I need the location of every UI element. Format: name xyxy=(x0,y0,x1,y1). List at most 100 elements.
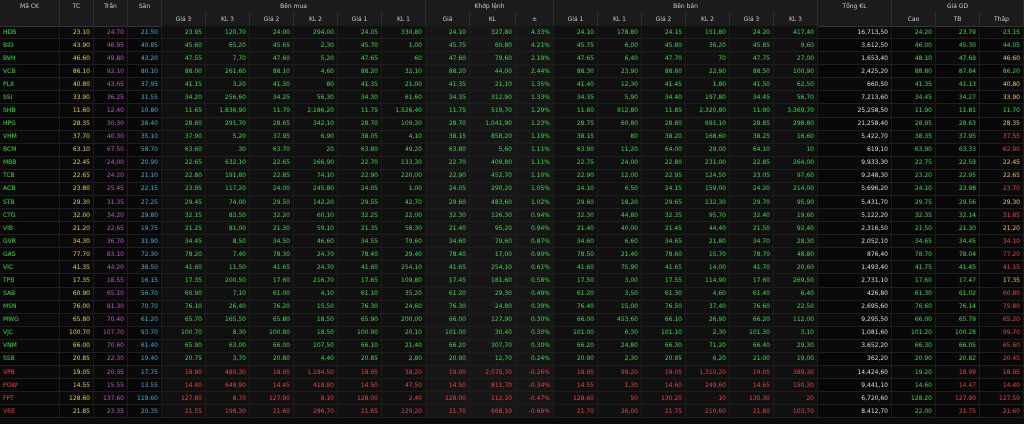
header-price-col[interactable]: Thấp xyxy=(980,13,1024,26)
table-row[interactable]: CTG 32.00 34.20 29.80 32.15 83,50 32.20 60,10 32… xyxy=(0,209,1024,223)
header-price-col[interactable]: Cao xyxy=(892,13,936,26)
buy-cell: 63,00 xyxy=(206,339,250,352)
sell-cell: 14,00 xyxy=(686,261,730,274)
table-row[interactable]: VIC 41.35 44.20 38.50 41.60 11,50 41.65 24,70 41… xyxy=(0,261,1024,275)
header-match-col[interactable]: KL xyxy=(470,13,516,26)
header-sell-col[interactable]: KL 3 xyxy=(774,13,818,26)
header-ref[interactable]: TC xyxy=(60,0,94,13)
header-symbol[interactable]: Mã CK xyxy=(0,0,60,13)
ref-price-cell: 19.05 xyxy=(60,366,94,379)
table-row[interactable]: VNM 66.00 70.60 61.40 65.90 63,00 66.00 107,50 6… xyxy=(0,339,1024,353)
buy-cell: 8,70 xyxy=(206,392,250,405)
table-row[interactable]: VCB 86.10 92.10 80.10 88.00 261,60 88.10 4,60 88… xyxy=(0,65,1024,79)
header-total-vol[interactable]: Tổng KL xyxy=(818,0,892,13)
buy-cell: 21.55 xyxy=(162,405,206,418)
table-row[interactable]: VRE 21.85 23.35 20.35 21.55 198,30 21.60 286,70… xyxy=(0,405,1024,419)
header-ceil[interactable]: Trần xyxy=(94,0,128,13)
table-row[interactable]: PLX 40.80 43.65 37.95 41.15 3,20 41.30 80 41.35 2… xyxy=(0,78,1024,92)
header-sell-col[interactable]: Giá 3 xyxy=(730,13,774,26)
table-row[interactable]: GAS 77.70 83.10 72.30 78.20 7,40 78.30 24,70 78.… xyxy=(0,248,1024,262)
table-row[interactable]: POW 14.55 15.55 13.55 14.40 649,90 14.45 418,80… xyxy=(0,379,1024,393)
buy-cell: 66.00 xyxy=(250,339,294,352)
table-row[interactable]: SAB 60.90 65.10 56.70 60.90 7,10 61.00 4,10 61.1… xyxy=(0,287,1024,301)
table-row[interactable]: BVH 46.60 49.80 43.20 47.55 7,70 47.60 5,20 47.6… xyxy=(0,52,1024,66)
buy-cell: 61,60 xyxy=(382,91,426,104)
match-cell: -0.34% xyxy=(516,379,554,392)
sell-cell: 28,30 xyxy=(774,235,818,248)
table-row[interactable]: GVR 34.30 36.70 31.90 34.45 8,50 34.50 46,60 34.… xyxy=(0,235,1024,249)
header-buy-col[interactable]: Giá 1 xyxy=(338,13,382,26)
total-volume-cell: 5,696,20 xyxy=(818,182,892,196)
header-sell-col[interactable]: KL 2 xyxy=(686,13,730,26)
match-cell: 41.65 xyxy=(426,261,470,274)
header-buy-col[interactable]: Giá 2 xyxy=(250,13,294,26)
floor-price-cell: 93.70 xyxy=(128,326,162,339)
match-cell: 0.87% xyxy=(516,235,554,248)
floor-price-cell: 37.95 xyxy=(128,78,162,91)
buy-cell: 22.65 xyxy=(162,156,206,169)
sell-cell: 6,40 xyxy=(774,287,818,300)
header-buy-col[interactable]: Giá 3 xyxy=(162,13,206,26)
table-row[interactable]: FPT 128.60 137.60 119.60 127.80 8,70 127.90 8,1… xyxy=(0,392,1024,406)
match-cell: 0.30% xyxy=(516,313,554,326)
table-row[interactable]: VHM 37.70 40.30 35.10 37.90 5,20 37.95 6,90 38.0… xyxy=(0,130,1024,144)
header-sell-col[interactable]: KL 1 xyxy=(598,13,642,26)
match-cell: 21.70 xyxy=(426,405,470,418)
sell-cell: 298,80 xyxy=(774,117,818,130)
header-match-col[interactable]: Giá xyxy=(426,13,470,26)
match-cell: 0.61% xyxy=(516,261,554,274)
ref-price-cell: 21.85 xyxy=(60,405,94,418)
table-row[interactable]: SSB 20.85 22.30 19.40 20.75 3,70 20.80 4,40 20.8… xyxy=(0,352,1024,367)
avg-price-cell: 76.14 xyxy=(936,300,980,313)
ref-price-cell: 21.20 xyxy=(60,222,94,235)
total-volume-cell: 9,933,30 xyxy=(818,156,892,169)
table-row[interactable]: SHB 11.60 12.40 10.80 11.65 1,836,90 11.70 2,18… xyxy=(0,104,1024,118)
table-row[interactable]: MWG 65.80 70.40 61.20 65.70 165,50 65.80 18,50 6… xyxy=(0,313,1024,327)
low-price-cell: 29.30 xyxy=(980,196,1024,209)
sell-cell: 15,70 xyxy=(686,248,730,261)
match-cell: 668,10 xyxy=(470,405,516,418)
avg-price-cell: 41.45 xyxy=(936,261,980,274)
header-price-col[interactable]: TB xyxy=(936,13,980,26)
ref-price-cell: 11.60 xyxy=(60,104,94,117)
floor-price-cell: 29.80 xyxy=(128,209,162,222)
table-row[interactable]: BCM 63.10 67.50 58.70 63.60 30 63.70 20 63.80 49,… xyxy=(0,143,1024,157)
header-buy-col[interactable]: KL 2 xyxy=(294,13,338,26)
sell-cell: 48,80 xyxy=(774,248,818,261)
buy-cell: 21.60 xyxy=(250,405,294,418)
match-cell: 12,70 xyxy=(470,352,516,366)
match-cell: 127,90 xyxy=(470,313,516,326)
table-row[interactable]: MBB 22.45 24.00 20.90 22.65 632,10 22.65 166,90… xyxy=(0,156,1024,170)
high-price-cell: 34.45 xyxy=(892,91,936,104)
table-row[interactable]: BID 43.90 46.95 40.85 45.60 65,20 45.65 2,30 45.… xyxy=(0,39,1024,53)
table-row[interactable]: STB 29.30 31.35 27.25 29.45 74,00 29.50 142,20 2… xyxy=(0,196,1024,210)
match-cell: 21,10 xyxy=(470,78,516,91)
table-row[interactable]: SSI 33.90 36.25 31.55 34.20 256,60 34.25 56,30 3… xyxy=(0,91,1024,105)
table-row[interactable]: HDB 23.10 24.70 21.50 23.95 120,70 24.00 294,00… xyxy=(0,26,1024,40)
table-row[interactable]: VIB 21.20 22.65 19.75 21.25 81,00 21.30 59,10 21… xyxy=(0,222,1024,236)
table-row[interactable]: VJC 100.70 107.70 93.70 100.70 8,30 100.80 18,5… xyxy=(0,326,1024,340)
header-sell-col[interactable]: Giá 1 xyxy=(554,13,598,26)
high-price-cell: 11.90 xyxy=(892,104,936,117)
header-sell-col[interactable]: Giá 2 xyxy=(642,13,686,26)
buy-cell: 34.25 xyxy=(250,91,294,104)
table-row[interactable]: TCB 22.65 24.20 21.10 22.80 191,80 22.85 74,10 2… xyxy=(0,169,1024,183)
header-buy-col[interactable]: KL 1 xyxy=(382,13,426,26)
table-row[interactable]: TPB 17.35 18.55 16.15 17.35 200,50 17.60 216,70… xyxy=(0,274,1024,288)
sell-cell: 23.05 xyxy=(730,169,774,182)
buy-cell: 294,00 xyxy=(294,26,338,39)
sell-cell: 20,60 xyxy=(774,261,818,274)
table-row[interactable]: ACB 23.80 25.45 22.15 23.95 117,20 24.00 245,80… xyxy=(0,182,1024,197)
header-buy-col[interactable]: KL 3 xyxy=(206,13,250,26)
buy-cell: 60.90 xyxy=(162,287,206,300)
header-floor[interactable]: Sàn xyxy=(128,0,162,13)
board-rows: HDB 23.10 24.70 21.50 23.95 120,70 24.00 294,00… xyxy=(0,26,1024,419)
table-row[interactable]: VPB 19.05 20.35 17.75 18.90 480,30 18.95 1,194,… xyxy=(0,366,1024,380)
low-price-cell: 60.80 xyxy=(980,287,1024,300)
header-change-sort-icon[interactable]: ± xyxy=(516,13,554,26)
high-price-cell: 38.35 xyxy=(892,130,936,143)
table-row[interactable]: HPG 28.35 30.30 26.40 28.60 291,70 28.65 342,10… xyxy=(0,117,1024,131)
sell-cell: 37,40 xyxy=(686,300,730,313)
match-cell: 21.40 xyxy=(426,222,470,235)
table-row[interactable]: MSN 76.00 81.30 70.70 76.10 26,40 76.20 15,50 76… xyxy=(0,300,1024,314)
